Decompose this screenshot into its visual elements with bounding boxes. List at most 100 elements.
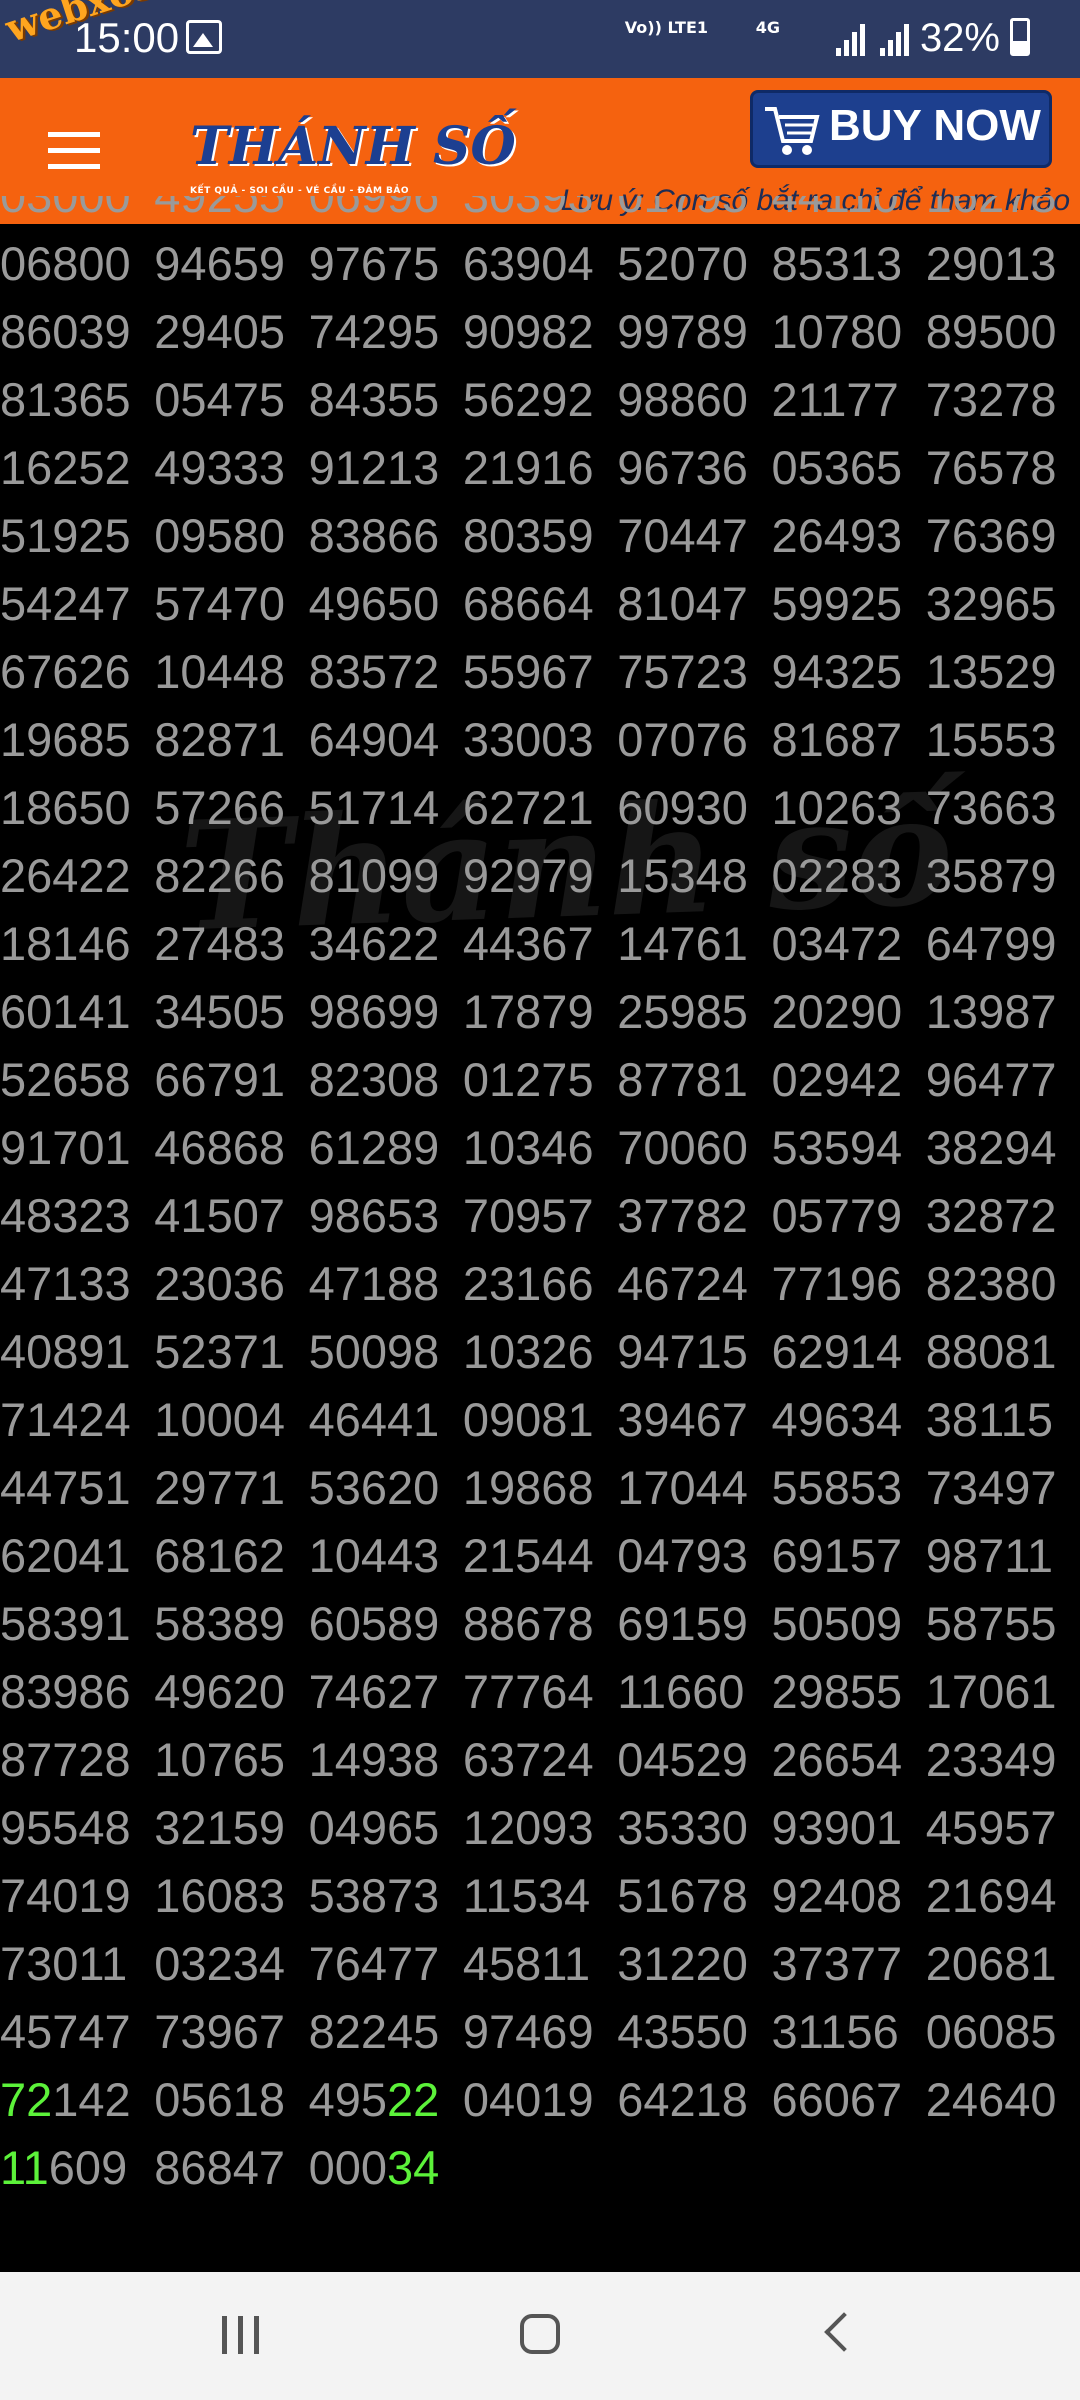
number-cell: 91213 xyxy=(308,441,440,494)
status-bar: 15:00 Vo)) LTE1 4G 32% xyxy=(0,0,1080,78)
highlighted-digits: 34 xyxy=(387,2141,440,2194)
number-cell: 64218 xyxy=(617,2073,748,2126)
number-cell: 92979 xyxy=(462,849,594,902)
number-cell: 35330 xyxy=(617,1801,748,1854)
number-cell: 33003 xyxy=(462,713,594,766)
number-cell: 20681 xyxy=(925,1937,1057,1990)
number-cell: 76477 xyxy=(308,1937,440,1990)
number-cell: 58391 xyxy=(0,1597,131,1650)
number-cell: 40891 xyxy=(0,1325,131,1378)
buy-now-label: BUY NOW xyxy=(829,101,1041,150)
number-cell: 83572 xyxy=(308,645,440,698)
number-cell: 98860 xyxy=(617,373,748,426)
number-cell: 45747 xyxy=(0,2005,131,2058)
number-cell: 58755 xyxy=(925,1597,1057,1650)
number-cell: 94659 xyxy=(154,237,285,290)
number-grid: Thánh số 0300049255069963039301795441101… xyxy=(0,196,1080,2266)
number-cell: 29013 xyxy=(925,237,1057,290)
number-cell: 94715 xyxy=(617,1325,748,1378)
hamburger-menu-icon[interactable] xyxy=(48,132,100,170)
number-cell: 97469 xyxy=(462,2005,594,2058)
number-cell: 26493 xyxy=(771,509,903,562)
highlighted-digits: 22 xyxy=(387,2073,440,2126)
number-cell: 18650 xyxy=(0,781,131,834)
number-cell: 50098 xyxy=(308,1325,440,1378)
number-cell: 55853 xyxy=(771,1461,903,1514)
number-cell: 10004 xyxy=(154,1393,285,1446)
logo-title: THÁNH SỐ xyxy=(190,116,516,177)
home-icon[interactable] xyxy=(520,2314,560,2354)
number-digits: 142 xyxy=(52,2073,131,2126)
number-cell: 74295 xyxy=(308,305,440,358)
number-cell: 74627 xyxy=(308,1665,440,1718)
number-cell: 96736 xyxy=(617,441,748,494)
number-cell: 85313 xyxy=(771,237,903,290)
number-cell: 52070 xyxy=(617,237,748,290)
number-cell: 84355 xyxy=(308,373,440,426)
number-cell: 10326 xyxy=(462,1325,594,1378)
number-cell: 68664 xyxy=(462,577,594,630)
number-cell: 49650 xyxy=(308,577,440,630)
number-cell: 41507 xyxy=(154,1189,285,1242)
gallery-notification-icon xyxy=(186,20,222,54)
number-cell: 26422 xyxy=(0,849,131,902)
number-cell: 26654 xyxy=(771,1733,903,1786)
number-cell: 19685 xyxy=(0,713,131,766)
number-cell: 76578 xyxy=(925,441,1057,494)
number-cell: 11534 xyxy=(462,1869,591,1922)
number-cell: 76369 xyxy=(925,509,1057,562)
number-cell: 06085 xyxy=(925,2005,1057,2058)
number-cell: 88678 xyxy=(462,1597,594,1650)
number-cell: 81365 xyxy=(0,373,131,426)
number-cell: 82308 xyxy=(308,1053,440,1106)
number-cell: 60930 xyxy=(617,781,748,834)
number-cell: 82380 xyxy=(925,1257,1057,1310)
number-cell: 70957 xyxy=(462,1189,594,1242)
number-cell: 86847 xyxy=(154,2141,285,2194)
number-cell: 34622 xyxy=(308,917,440,970)
number-cell: 80359 xyxy=(462,509,594,562)
number-cell: 35879 xyxy=(925,849,1057,902)
volte-indicator: Vo)) LTE1 xyxy=(624,18,708,37)
number-cell: 62914 xyxy=(771,1325,903,1378)
number-cell: 29771 xyxy=(154,1461,285,1514)
back-icon[interactable] xyxy=(824,2312,864,2352)
number-cell: 67626 xyxy=(0,645,131,698)
number-cell: 06800 xyxy=(0,237,131,290)
number-cell: 62721 xyxy=(462,781,594,834)
number-cell: 61289 xyxy=(308,1121,440,1174)
number-cell: 68162 xyxy=(154,1529,285,1582)
number-cell: 98711 xyxy=(925,1529,1054,1582)
number-cell: 10780 xyxy=(771,305,903,358)
number-cell: 73663 xyxy=(925,781,1057,834)
number-cell: 01795 xyxy=(617,196,748,230)
number-digits: 000 xyxy=(308,2141,388,2194)
number-digits: 495 xyxy=(308,2073,388,2126)
number-cell: 05475 xyxy=(154,373,285,426)
number-cell: 89500 xyxy=(925,305,1057,358)
highlighted-digits: 11 xyxy=(0,2141,49,2194)
number-cell: 21177 xyxy=(771,373,899,426)
number-cell: 00034 xyxy=(309,2134,440,2202)
number-cell: 11609 xyxy=(0,2134,127,2202)
recent-apps-icon[interactable] xyxy=(222,2316,260,2354)
system-nav-bar xyxy=(0,2272,1080,2400)
number-cell: 46724 xyxy=(617,1257,748,1310)
number-cell: 10443 xyxy=(308,1529,440,1582)
number-cell: 02942 xyxy=(771,1053,903,1106)
buy-now-button[interactable]: BUY NOW xyxy=(750,90,1052,168)
number-cell: 21544 xyxy=(462,1529,594,1582)
number-cell: 04529 xyxy=(617,1733,748,1786)
number-cell: 37377 xyxy=(771,1937,903,1990)
number-cell: 24640 xyxy=(925,2073,1057,2126)
number-cell: 21916 xyxy=(462,441,594,494)
number-cell: 60589 xyxy=(308,1597,440,1650)
number-cell: 94325 xyxy=(771,645,903,698)
number-cell: 19868 xyxy=(462,1461,594,1514)
number-cell: 46868 xyxy=(154,1121,285,1174)
number-cell: 03000 xyxy=(0,196,131,230)
number-cell: 57470 xyxy=(154,577,285,630)
number-cell: 05779 xyxy=(771,1189,903,1242)
number-cell: 95548 xyxy=(0,1801,131,1854)
number-digits: 609 xyxy=(48,2141,128,2194)
